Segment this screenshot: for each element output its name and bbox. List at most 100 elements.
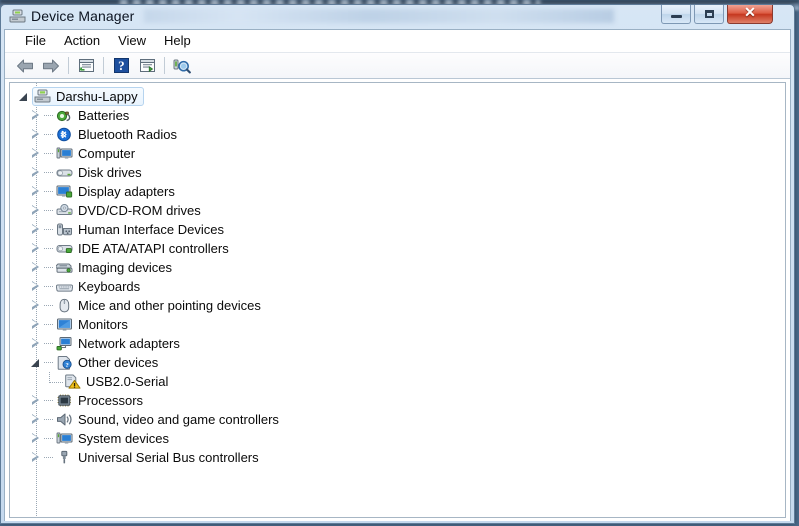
tree-node-root[interactable]: Darshu-Lappy xyxy=(16,87,785,106)
close-icon: ✕ xyxy=(744,6,756,21)
imaging-device-icon xyxy=(56,260,73,276)
tree-node-processors[interactable]: Processors xyxy=(16,391,785,410)
collapsed-triangle-icon xyxy=(32,452,39,462)
tree-node-keyboards[interactable]: Keyboards xyxy=(16,277,785,296)
tree-node-label: Bluetooth Radios xyxy=(78,127,178,142)
tree-node-root-label: Darshu-Lappy xyxy=(56,89,138,104)
expander-monitors[interactable] xyxy=(30,319,41,330)
collapsed-triangle-icon xyxy=(32,148,39,158)
tree-node-label: Monitors xyxy=(78,317,128,332)
minimize-icon xyxy=(671,15,682,18)
tree-node-label: Batteries xyxy=(78,108,130,123)
close-button[interactable]: ✕ xyxy=(727,5,773,24)
tree-connector-elbow xyxy=(49,372,63,383)
tree-node-display-adapters[interactable]: Display adapters xyxy=(16,182,785,201)
expander-keyboards[interactable] xyxy=(30,281,41,292)
expander-dvd-cdrom-drives[interactable] xyxy=(30,205,41,216)
svg-text:?: ? xyxy=(65,362,68,369)
tree-node-imaging-devices[interactable]: Imaging devices xyxy=(16,258,785,277)
network-adapter-icon xyxy=(56,336,73,352)
tree-node-monitors[interactable]: Monitors xyxy=(16,315,785,334)
maximize-button[interactable] xyxy=(694,5,724,24)
tree-node-other-devices[interactable]: ? Other devices xyxy=(16,353,785,372)
tree-node-mice[interactable]: Mice and other pointing devices xyxy=(16,296,785,315)
collapsed-triangle-icon xyxy=(32,205,39,215)
toolbar: ? xyxy=(5,53,790,79)
properties-button[interactable] xyxy=(73,54,99,78)
device-manager-window: Device Manager ✕ File Action View Help ?… xyxy=(0,4,795,524)
expander-batteries[interactable] xyxy=(30,110,41,121)
back-button[interactable] xyxy=(12,54,38,78)
collapsed-triangle-icon xyxy=(32,300,39,310)
collapsed-triangle-icon xyxy=(32,319,39,329)
minimize-button[interactable] xyxy=(661,5,691,24)
tree-node-label: Keyboards xyxy=(78,279,141,294)
tree-node-ide-controllers[interactable]: IDE ATA/ATAPI controllers xyxy=(16,239,785,258)
monitor-icon xyxy=(56,317,73,333)
device-tree-panel[interactable]: Darshu-Lappy Batteries Bluetooth Radios … xyxy=(9,82,786,518)
expander-sound-controllers[interactable] xyxy=(30,414,41,425)
toolbar-separator-2 xyxy=(103,57,104,74)
tree-node-sound-video-game-controllers[interactable]: Sound, video and game controllers xyxy=(16,410,785,429)
expander-usb-controllers[interactable] xyxy=(30,452,41,463)
menu-action[interactable]: Action xyxy=(55,31,109,51)
tree-node-label: Computer xyxy=(78,146,136,161)
tree-node-label: Processors xyxy=(78,393,144,408)
tree-node-network-adapters[interactable]: Network adapters xyxy=(16,334,785,353)
expander-ide-controllers[interactable] xyxy=(30,243,41,254)
tree-node-label: DVD/CD-ROM drives xyxy=(78,203,201,218)
tree-node-computer[interactable]: Computer xyxy=(16,144,785,163)
tree-node-disk-drives[interactable]: Disk drives xyxy=(16,163,785,182)
tree-node-usb-controllers[interactable]: Universal Serial Bus controllers xyxy=(16,448,785,467)
tree-connector xyxy=(44,258,56,277)
tree-connector xyxy=(44,220,56,239)
expander-bluetooth-radios[interactable] xyxy=(30,129,41,140)
tree-node-dvd-cdrom-drives[interactable]: DVD/CD-ROM drives xyxy=(16,201,785,220)
menu-view[interactable]: View xyxy=(109,31,155,51)
help-button[interactable]: ? xyxy=(108,54,134,78)
expander-imaging-devices[interactable] xyxy=(30,262,41,273)
tree-node-batteries[interactable]: Batteries xyxy=(16,106,785,125)
collapsed-triangle-icon xyxy=(32,224,39,234)
expander-processors[interactable] xyxy=(30,395,41,406)
update-driver-button[interactable] xyxy=(134,54,160,78)
tree-connector xyxy=(44,410,56,429)
tree-node-label: System devices xyxy=(78,431,170,446)
expander-human-interface-devices[interactable] xyxy=(30,224,41,235)
computer-icon xyxy=(56,146,73,162)
other-devices-icon: ? xyxy=(56,355,73,371)
usb-controller-icon xyxy=(56,450,73,466)
expander-root[interactable] xyxy=(18,91,29,102)
tree-connector xyxy=(44,125,56,144)
expander-computer[interactable] xyxy=(30,148,41,159)
tree-connector xyxy=(44,429,56,448)
expander-system-devices[interactable] xyxy=(30,433,41,444)
collapsed-triangle-icon xyxy=(32,186,39,196)
menu-bar: File Action View Help xyxy=(5,30,790,53)
tree-node-label: IDE ATA/ATAPI controllers xyxy=(78,241,229,256)
expander-network-adapters[interactable] xyxy=(30,338,41,349)
tree-node-system-devices[interactable]: System devices xyxy=(16,429,785,448)
collapsed-triangle-icon xyxy=(32,243,39,253)
tree-node-human-interface-devices[interactable]: Human Interface Devices xyxy=(16,220,785,239)
expander-display-adapters[interactable] xyxy=(30,186,41,197)
toolbar-separator-1 xyxy=(68,57,69,74)
forward-button[interactable] xyxy=(38,54,64,78)
dvd-drive-icon xyxy=(56,203,73,219)
keyboard-icon xyxy=(56,279,73,295)
title-bar[interactable]: Device Manager ✕ xyxy=(4,5,791,29)
system-device-icon xyxy=(56,431,73,447)
tree-node-bluetooth-radios[interactable]: Bluetooth Radios xyxy=(16,125,785,144)
tree-connector xyxy=(44,201,56,220)
expander-other-devices[interactable] xyxy=(30,357,41,368)
tree-node-usb20-serial[interactable]: USB2.0-Serial xyxy=(16,372,785,391)
menu-help[interactable]: Help xyxy=(155,31,200,51)
tree-node-label: Sound, video and game controllers xyxy=(78,412,279,427)
computer-node-icon xyxy=(34,89,51,105)
menu-file[interactable]: File xyxy=(16,31,55,51)
scan-hardware-changes-button[interactable] xyxy=(169,54,195,78)
expander-disk-drives[interactable] xyxy=(30,167,41,178)
collapsed-triangle-icon xyxy=(32,338,39,348)
back-arrow-icon xyxy=(17,59,33,72)
expander-mice[interactable] xyxy=(30,300,41,311)
